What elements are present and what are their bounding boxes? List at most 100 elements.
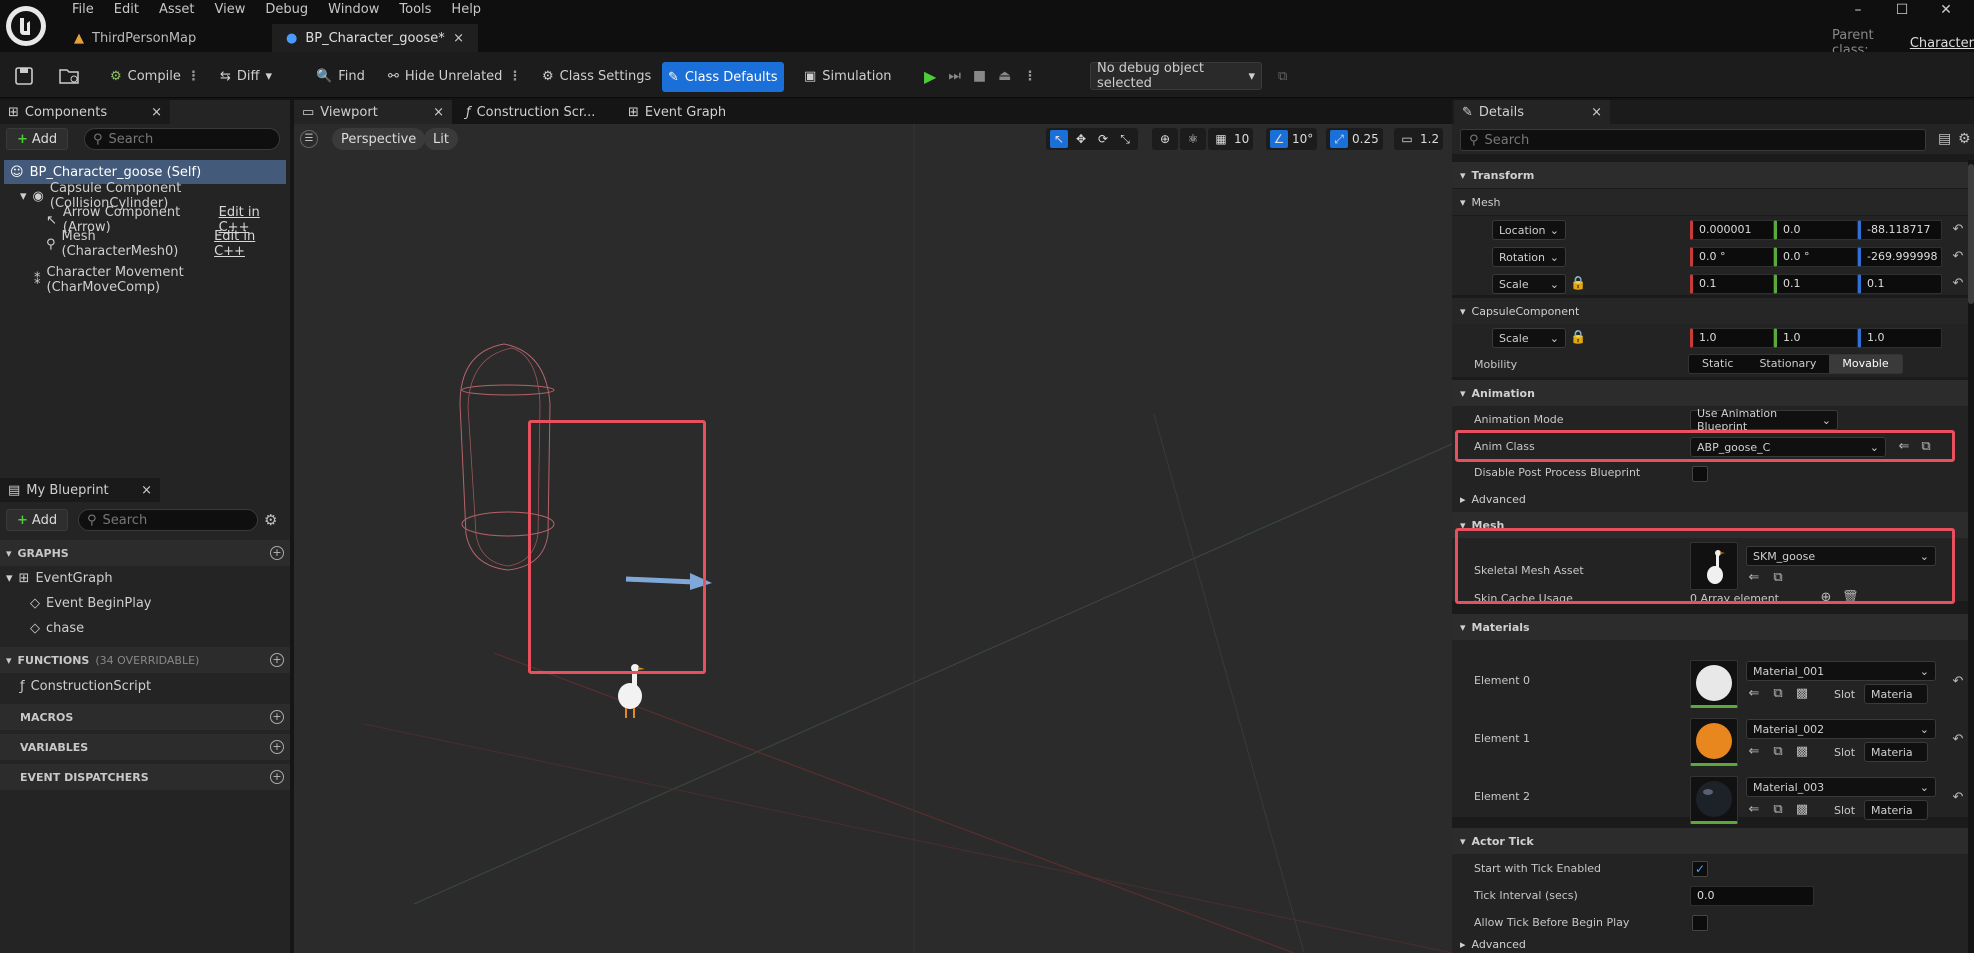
- class-defaults-button[interactable]: ✎ Class Defaults: [662, 62, 784, 92]
- skeletal-mesh-thumbnail[interactable]: [1690, 542, 1738, 590]
- location-y-field[interactable]: 0.0: [1774, 220, 1858, 240]
- material-thumbnail[interactable]: [1690, 718, 1738, 766]
- play-options-icon[interactable]: ⋮: [1023, 69, 1036, 84]
- use-selected-icon[interactable]: ⇐: [1746, 686, 1762, 702]
- scale-z-field[interactable]: 0.1: [1858, 274, 1942, 294]
- tab-details[interactable]: ✎ Details ×: [1454, 100, 1610, 124]
- scale-x-field[interactable]: 0.1: [1690, 274, 1774, 294]
- capsule-scale-y-field[interactable]: 1.0: [1774, 328, 1858, 348]
- menu-asset[interactable]: Asset: [149, 0, 205, 20]
- surface-snap-icon[interactable]: ⚛: [1180, 128, 1206, 150]
- components-search-input[interactable]: ⚲ Search: [84, 128, 280, 150]
- location-select[interactable]: Location ⌄: [1492, 220, 1566, 240]
- lock-icon[interactable]: 🔒: [1570, 330, 1586, 346]
- browse-icon[interactable]: [52, 62, 86, 90]
- tab-thirdpersonmap[interactable]: ▲ ThirdPersonMap: [60, 24, 272, 52]
- settings-gear-icon[interactable]: ⚙: [264, 511, 277, 529]
- event-chase[interactable]: ◇ chase: [30, 616, 84, 640]
- compile-options-icon[interactable]: ⋮: [187, 69, 200, 84]
- menu-help[interactable]: Help: [441, 0, 491, 20]
- element-2-material-select[interactable]: Material_003 ⌄: [1746, 777, 1936, 797]
- move-tool-icon[interactable]: ✥: [1072, 130, 1090, 148]
- anim-class-select[interactable]: ABP_goose_C ⌄: [1690, 437, 1886, 457]
- section-actor-tick[interactable]: ▾ Actor Tick: [1452, 828, 1968, 854]
- step-icon[interactable]: ⏭: [948, 68, 961, 84]
- details-scrollbar[interactable]: [1968, 160, 1974, 953]
- menu-tools[interactable]: Tools: [389, 0, 441, 20]
- add-dispatcher-icon[interactable]: +: [270, 770, 284, 784]
- reset-icon[interactable]: ↶: [1950, 732, 1966, 748]
- class-settings-button[interactable]: ⚙ Class Settings: [536, 62, 657, 90]
- location-x-field[interactable]: 0.000001: [1690, 220, 1774, 240]
- mobility-movable[interactable]: Movable: [1829, 355, 1902, 373]
- material-thumbnail[interactable]: [1690, 660, 1738, 708]
- browse-asset-icon[interactable]: ⧉: [1918, 439, 1934, 455]
- coordinate-space-icon[interactable]: ⊕: [1152, 128, 1178, 150]
- mobility-stationary[interactable]: Stationary: [1746, 355, 1829, 373]
- tab-event-graph[interactable]: ⊞ Event Graph: [620, 100, 750, 124]
- browse-asset-icon[interactable]: ⧉: [1770, 802, 1786, 818]
- edit-in-cpp-link[interactable]: Edit in C++: [214, 229, 286, 259]
- trash-icon[interactable]: 🗑: [1842, 590, 1859, 606]
- browse-asset-icon[interactable]: ⧉: [1770, 744, 1786, 760]
- stop-icon[interactable]: ■: [973, 68, 986, 84]
- scrollbar-thumb[interactable]: [1968, 164, 1974, 304]
- group-advanced[interactable]: ▸ Advanced: [1452, 486, 1968, 512]
- viewport-options-icon[interactable]: ☰: [300, 130, 318, 148]
- close-tab-icon[interactable]: ×: [151, 105, 162, 120]
- lock-icon[interactable]: 🔒: [1570, 276, 1586, 292]
- function-construction-script[interactable]: ƒ ConstructionScript: [20, 674, 151, 698]
- location-z-field[interactable]: -88.118717: [1858, 220, 1942, 240]
- use-selected-icon[interactable]: ⇐: [1746, 570, 1762, 586]
- menu-edit[interactable]: Edit: [104, 0, 149, 20]
- table-view-icon[interactable]: ▤: [1938, 131, 1951, 147]
- capsule-scale-z-field[interactable]: 1.0: [1858, 328, 1942, 348]
- browse-asset-icon[interactable]: ⧉: [1770, 570, 1786, 586]
- add-graph-icon[interactable]: +: [270, 546, 284, 560]
- tree-item-mesh[interactable]: ⚲ Mesh (CharacterMesh0) Edit in C++: [46, 229, 286, 259]
- material-options-icon[interactable]: ▩: [1794, 686, 1810, 702]
- start-tick-checkbox[interactable]: ✓: [1692, 861, 1708, 877]
- rotation-select[interactable]: Rotation ⌄: [1492, 247, 1566, 267]
- hide-unrelated-options-icon[interactable]: ⋮: [508, 69, 521, 84]
- element-1-material-select[interactable]: Material_002 ⌄: [1746, 719, 1936, 739]
- diff-button[interactable]: ⇆ Diff ▾: [214, 62, 278, 90]
- unreal-logo-icon[interactable]: [6, 6, 46, 46]
- tab-construction-script[interactable]: ƒ Construction Scr...: [458, 100, 608, 124]
- eject-icon[interactable]: ⏏: [998, 68, 1011, 84]
- mobility-static[interactable]: Static: [1689, 355, 1746, 373]
- viewport[interactable]: [294, 124, 1452, 953]
- chevron-down-icon[interactable]: ▾: [20, 189, 27, 204]
- reset-icon[interactable]: ↶: [1950, 674, 1966, 690]
- menu-window[interactable]: Window: [318, 0, 389, 20]
- minimize-icon[interactable]: –: [1836, 0, 1880, 22]
- disable-pp-checkbox[interactable]: [1692, 466, 1708, 482]
- menu-debug[interactable]: Debug: [255, 0, 318, 20]
- mobility-toggle[interactable]: Static Stationary Movable: [1688, 354, 1903, 374]
- add-blueprint-item-button[interactable]: + Add: [6, 509, 69, 531]
- close-tab-icon[interactable]: ×: [1591, 105, 1602, 120]
- reset-icon[interactable]: ↶: [1950, 790, 1966, 806]
- tree-item-character-movement[interactable]: ⁑ Character Movement (CharMoveComp): [34, 265, 290, 295]
- save-icon[interactable]: [8, 62, 40, 90]
- debug-browse-icon[interactable]: ⧉: [1272, 62, 1293, 90]
- material-options-icon[interactable]: ▩: [1794, 802, 1810, 818]
- scale-snap[interactable]: ⤢ 0.25: [1326, 128, 1383, 150]
- details-search-input[interactable]: ⚲ Search: [1460, 129, 1926, 151]
- chevron-down-icon[interactable]: ▾: [6, 571, 13, 586]
- add-macro-icon[interactable]: +: [270, 710, 284, 724]
- slot-value-field[interactable]: Materia: [1864, 684, 1928, 704]
- capsule-scale-x-field[interactable]: 1.0: [1690, 328, 1774, 348]
- find-button[interactable]: 🔍 Find: [310, 62, 371, 90]
- play-icon[interactable]: ▶: [924, 67, 936, 86]
- browse-asset-icon[interactable]: ⧉: [1770, 686, 1786, 702]
- rotation-x-field[interactable]: 0.0 °: [1690, 247, 1774, 267]
- add-component-button[interactable]: + Add: [6, 128, 69, 150]
- parent-class-link[interactable]: Character: [1910, 36, 1974, 51]
- menu-view[interactable]: View: [205, 0, 256, 20]
- slot-value-field[interactable]: Materia: [1864, 800, 1928, 820]
- my-blueprint-search-input[interactable]: ⚲ Search: [78, 509, 258, 531]
- settings-gear-icon[interactable]: ⚙: [1958, 131, 1971, 147]
- section-transform[interactable]: ▾ Transform: [1452, 162, 1968, 188]
- section-graphs[interactable]: ▾ GRAPHS +: [0, 540, 290, 566]
